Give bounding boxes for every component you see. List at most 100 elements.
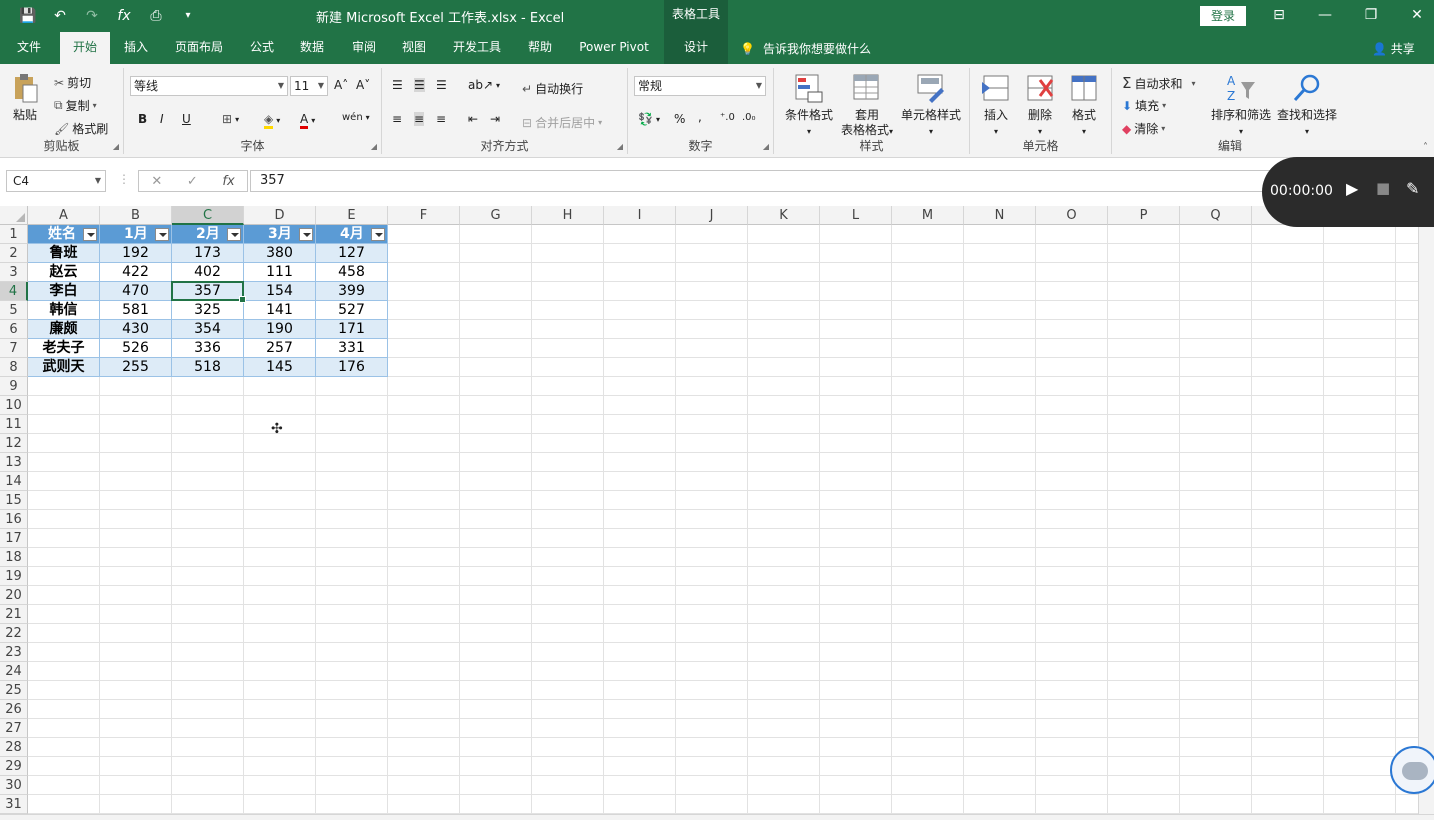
table-cell[interactable]: 127	[316, 244, 388, 263]
select-all-button[interactable]	[0, 206, 28, 225]
column-header[interactable]: P	[1108, 206, 1180, 225]
increase-decimal-icon[interactable]: ⁺.0	[720, 112, 735, 123]
login-button[interactable]: 登录	[1200, 6, 1246, 26]
format-painter-button[interactable]: 🖌 格式刷	[54, 120, 108, 137]
clear-button[interactable]: ◆ 清除 ▾	[1122, 120, 1165, 137]
row-header[interactable]: 24	[0, 662, 28, 681]
table-cell[interactable]: 111	[244, 263, 316, 282]
customize-icon[interactable]: ▾	[174, 6, 202, 26]
italic-button[interactable]: I	[160, 112, 164, 126]
row-header[interactable]: 6	[0, 320, 28, 339]
percent-button[interactable]: %	[674, 112, 685, 126]
row-header[interactable]: 23	[0, 643, 28, 662]
row-header[interactable]: 2	[0, 244, 28, 263]
column-header[interactable]: O	[1036, 206, 1108, 225]
orientation-icon[interactable]: ab↗ ▾	[468, 78, 500, 92]
phonetic-button[interactable]: wén ▾	[342, 112, 370, 123]
middle-align-icon[interactable]: ☰	[414, 78, 425, 92]
row-header[interactable]: 25	[0, 681, 28, 700]
tab-page-layout[interactable]: 页面布局	[166, 32, 232, 64]
table-cell[interactable]: 380	[244, 244, 316, 263]
decrease-decimal-icon[interactable]: .0₀	[742, 112, 756, 123]
vertical-scrollbar[interactable]	[1418, 225, 1434, 815]
dialog-launcher-icon[interactable]: ◢	[763, 142, 769, 151]
row-header[interactable]: 17	[0, 529, 28, 548]
tab-developer[interactable]: 开发工具	[444, 32, 510, 64]
cell-styles-button[interactable]: 单元格样式 ▾	[898, 72, 964, 139]
accounting-format-icon[interactable]: 💱 ▾	[638, 112, 660, 126]
name-box[interactable]: C4 ▼	[6, 170, 106, 192]
column-header[interactable]: L	[820, 206, 892, 225]
column-header[interactable]: K	[748, 206, 820, 225]
column-header[interactable]: A	[28, 206, 100, 225]
table-cell[interactable]: 325	[172, 301, 244, 320]
filter-dropdown-icon[interactable]	[371, 228, 385, 241]
row-header[interactable]: 28	[0, 738, 28, 757]
column-header[interactable]: N	[964, 206, 1036, 225]
table-cell[interactable]: 韩信	[28, 301, 100, 320]
row-header[interactable]: 8	[0, 358, 28, 377]
row-header[interactable]: 9	[0, 377, 28, 396]
row-header[interactable]: 4	[0, 282, 28, 301]
table-cell[interactable]: 458	[316, 263, 388, 282]
filter-dropdown-icon[interactable]	[299, 228, 313, 241]
column-header[interactable]: C	[172, 206, 244, 225]
row-header[interactable]: 18	[0, 548, 28, 567]
table-header-cell[interactable]: 4月	[316, 225, 388, 244]
table-cell[interactable]: 190	[244, 320, 316, 339]
close-icon[interactable]: ✕	[1394, 0, 1434, 32]
row-header[interactable]: 3	[0, 263, 28, 282]
underline-button[interactable]: U	[182, 112, 191, 126]
table-cell[interactable]: 354	[172, 320, 244, 339]
font-name-select[interactable]: 等线 ▼	[130, 76, 288, 96]
column-header[interactable]: D	[244, 206, 316, 225]
print-preview-icon[interactable]: ⎙	[142, 6, 170, 26]
row-header[interactable]: 20	[0, 586, 28, 605]
column-header[interactable]: E	[316, 206, 388, 225]
table-cell[interactable]: 145	[244, 358, 316, 377]
table-cell[interactable]: 527	[316, 301, 388, 320]
table-cell[interactable]: 255	[100, 358, 172, 377]
column-header[interactable]: J	[676, 206, 748, 225]
table-cell[interactable]: 331	[316, 339, 388, 358]
table-cell[interactable]: 171	[316, 320, 388, 339]
tab-insert[interactable]: 插入	[114, 32, 158, 64]
column-header[interactable]: M	[892, 206, 964, 225]
align-left-icon[interactable]: ≡	[392, 112, 402, 126]
format-as-table-button[interactable]: 套用 表格格式▾	[838, 72, 896, 139]
tab-power-pivot[interactable]: Power Pivot	[570, 32, 658, 64]
tab-file[interactable]: 文件	[4, 32, 54, 64]
table-cell[interactable]: 581	[100, 301, 172, 320]
column-header[interactable]: H	[532, 206, 604, 225]
dialog-launcher-icon[interactable]: ◢	[617, 142, 623, 151]
sort-filter-button[interactable]: AZ 排序和筛选 ▾	[1210, 72, 1272, 139]
paste-button[interactable]: 粘贴	[4, 72, 46, 123]
undo-icon[interactable]: ↶	[46, 6, 74, 26]
borders-button[interactable]: ⊞ ▾	[222, 112, 239, 126]
table-cell[interactable]: 154	[244, 282, 316, 301]
autosum-button[interactable]: Σ 自动求和 ▾	[1122, 74, 1196, 92]
restore-icon[interactable]: ❐	[1348, 0, 1394, 32]
shrink-font-button[interactable]: A˅	[356, 78, 370, 92]
table-cell[interactable]: 141	[244, 301, 316, 320]
row-header[interactable]: 1	[0, 225, 28, 244]
pen-icon[interactable]: ✎	[1406, 179, 1419, 198]
filter-dropdown-icon[interactable]	[227, 228, 241, 241]
table-cell[interactable]: 336	[172, 339, 244, 358]
bold-button[interactable]: B	[138, 112, 147, 126]
row-header[interactable]: 21	[0, 605, 28, 624]
table-header-cell[interactable]: 2月	[172, 225, 244, 244]
column-header[interactable]: B	[100, 206, 172, 225]
grow-font-button[interactable]: A˄	[334, 78, 348, 92]
formula-input[interactable]: 357	[250, 170, 1430, 192]
row-header[interactable]: 5	[0, 301, 28, 320]
table-cell[interactable]: 武则天	[28, 358, 100, 377]
wrap-text-button[interactable]: ↵ 自动换行	[522, 80, 583, 97]
table-cell[interactable]: 518	[172, 358, 244, 377]
minimize-icon[interactable]: —	[1302, 0, 1348, 32]
row-header[interactable]: 16	[0, 510, 28, 529]
table-cell[interactable]: 李白	[28, 282, 100, 301]
tab-view[interactable]: 视图	[392, 32, 436, 64]
cut-button[interactable]: ✂ 剪切	[54, 74, 91, 91]
comma-button[interactable]: ,	[698, 110, 702, 124]
